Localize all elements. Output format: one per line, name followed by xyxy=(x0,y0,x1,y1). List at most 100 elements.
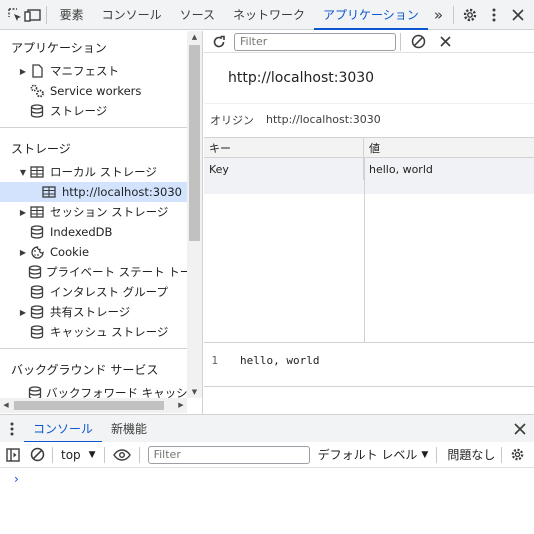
sidebar-item-indexeddb[interactable]: IndexedDB xyxy=(0,222,187,242)
tab-elements[interactable]: 要素 xyxy=(51,0,93,30)
tab-application[interactable]: アプリケーション xyxy=(314,0,428,30)
preview-line-number: 1 xyxy=(211,353,218,367)
sidebar-item-label: IndexedDB xyxy=(50,225,113,239)
console-filter-input[interactable] xyxy=(147,445,310,464)
panel-divider xyxy=(204,386,534,387)
expand-arrow-icon[interactable]: ▶ xyxy=(18,248,28,257)
sidebar-item-private-state-tokens[interactable]: プライベート ステート トークン xyxy=(0,262,187,282)
refresh-icon[interactable] xyxy=(212,35,226,49)
sidebar-item-label: インタレスト グループ xyxy=(50,285,168,299)
scroll-left-arrow-icon[interactable]: ◀ xyxy=(0,398,12,413)
expand-arrow-icon[interactable]: ▶ xyxy=(18,208,28,217)
sidebar-item-label: セッション ストレージ xyxy=(50,205,169,219)
sidebar-item-label: ストレージ xyxy=(50,104,108,118)
cell-key[interactable]: Key xyxy=(204,158,364,180)
sidebar-heading-background-services: バックグラウンド サービス xyxy=(11,362,159,377)
sidebar-item-storage-overview[interactable]: ストレージ xyxy=(0,101,187,121)
tab-console[interactable]: コンソール xyxy=(93,0,171,30)
database-icon xyxy=(28,385,42,398)
expand-arrow-icon[interactable]: ▶ xyxy=(18,67,28,76)
sidebar-item-label: http://localhost:3030 xyxy=(62,185,182,199)
sidebar-item-label: Cookie xyxy=(50,245,90,259)
close-drawer-icon[interactable] xyxy=(514,422,526,435)
sidebar-item-manifest[interactable]: ▶ マニフェスト xyxy=(0,61,187,81)
console-output-area[interactable] xyxy=(0,469,534,534)
clear-console-icon[interactable] xyxy=(26,447,48,462)
table-row[interactable]: Key hello, world xyxy=(204,158,534,180)
preview-text: hello, world xyxy=(240,353,320,367)
scroll-down-arrow-icon[interactable]: ▼ xyxy=(187,386,202,398)
sidebar-divider xyxy=(0,348,187,349)
context-selector-label: top xyxy=(61,447,81,462)
toolbar-divider xyxy=(501,446,503,463)
sidebar-heading-storage: ストレージ xyxy=(11,141,71,156)
database-icon xyxy=(28,304,46,320)
origin-value: http://localhost:3030 xyxy=(266,113,381,126)
show-sidebar-icon[interactable] xyxy=(0,447,26,462)
drawer-tab-whats-new[interactable]: 新機能 xyxy=(102,415,156,443)
context-selector[interactable]: top ▼ xyxy=(61,448,96,462)
delete-selected-icon[interactable] xyxy=(440,36,451,47)
tab-network[interactable]: ネットワーク xyxy=(224,0,314,30)
inspect-element-icon[interactable] xyxy=(6,0,24,30)
storage-filter-input[interactable] xyxy=(234,32,396,51)
column-header-value[interactable]: 値 xyxy=(364,138,534,157)
console-prompt-icon[interactable]: › xyxy=(14,472,19,486)
sidebar-item-session-storage[interactable]: ▶ セッション ストレージ xyxy=(0,202,187,222)
sidebar-vertical-scrollbar[interactable]: ▲ ▼ xyxy=(187,31,202,398)
clear-all-icon[interactable] xyxy=(411,34,426,49)
application-sidebar: アプリケーション ▶ マニフェスト Service workers ストレージ … xyxy=(0,31,203,414)
console-toolbar: top ▼ デフォルト レベル ▼ 問題なし xyxy=(0,442,534,468)
toolbar-divider xyxy=(52,446,53,463)
kebab-menu-icon[interactable] xyxy=(482,0,506,30)
cell-value[interactable]: hello, world xyxy=(364,158,534,180)
storage-toolbar xyxy=(204,31,534,53)
device-toolbar-icon[interactable] xyxy=(24,0,42,30)
storage-data-grid: キー 値 Key hello, world xyxy=(204,137,534,343)
toolbar-divider xyxy=(453,5,454,24)
sidebar-item-shared-storage[interactable]: ▶ 共有ストレージ xyxy=(0,302,187,322)
console-settings-gear-icon[interactable] xyxy=(506,447,528,462)
settings-gear-icon[interactable] xyxy=(458,0,482,30)
sidebar-item-localhost-3030[interactable]: http://localhost:3030 xyxy=(0,182,187,202)
sidebar-item-label: プライベート ステート トークン xyxy=(46,265,187,279)
sidebar-divider xyxy=(0,127,187,128)
origin-label: オリジン xyxy=(210,113,254,127)
sidebar-item-label: Service workers xyxy=(50,84,142,98)
more-tabs-icon[interactable]: » xyxy=(428,0,449,30)
sidebar-horizontal-scrollbar[interactable]: ◀ ▶ xyxy=(0,398,187,413)
sidebar-item-back-forward-cache[interactable]: バックフォワード キャッシュ xyxy=(0,383,187,398)
drawer-menu-icon[interactable] xyxy=(0,422,24,436)
sidebar-item-cache-storage[interactable]: キャッシュ ストレージ xyxy=(0,322,187,342)
sidebar-item-interest-groups[interactable]: インタレスト グループ xyxy=(0,282,187,302)
sidebar-item-label: バックフォワード キャッシュ xyxy=(46,386,187,398)
sidebar-item-service-workers[interactable]: Service workers xyxy=(0,81,187,101)
dropdown-arrow-icon: ▼ xyxy=(88,449,96,460)
origin-info-row: オリジン http://localhost:3030 xyxy=(204,103,534,135)
origin-title: http://localhost:3030 xyxy=(228,70,375,86)
issues-counter[interactable]: 問題なし xyxy=(447,446,495,463)
sidebar-item-local-storage[interactable]: ▼ ローカル ストレージ xyxy=(0,162,187,182)
sidebar-tree: アプリケーション ▶ マニフェスト Service workers ストレージ … xyxy=(0,31,187,398)
grid-header: キー 値 xyxy=(204,138,534,158)
scroll-right-arrow-icon[interactable]: ▶ xyxy=(175,398,187,413)
collapse-arrow-icon[interactable]: ▼ xyxy=(18,168,28,177)
scrollbar-thumb[interactable] xyxy=(189,45,200,241)
tab-sources[interactable]: ソース xyxy=(171,0,224,30)
live-expression-eye-icon[interactable] xyxy=(109,448,135,461)
column-divider xyxy=(364,158,365,343)
database-icon xyxy=(28,284,46,300)
value-preview: 1 hello, world xyxy=(204,349,534,371)
close-icon[interactable] xyxy=(506,0,530,30)
sidebar-item-cookie[interactable]: ▶ Cookie xyxy=(0,242,187,262)
log-level-dropdown[interactable]: デフォルト レベル ▼ xyxy=(318,446,429,463)
drawer-tab-console[interactable]: コンソール xyxy=(24,415,103,443)
scrollbar-thumb[interactable] xyxy=(14,401,164,410)
dropdown-arrow-icon: ▼ xyxy=(421,449,429,460)
sidebar-item-label: ローカル ストレージ xyxy=(50,165,157,179)
expand-arrow-icon[interactable]: ▶ xyxy=(18,308,28,317)
toolbar-divider xyxy=(103,446,105,463)
column-header-key[interactable]: キー xyxy=(204,138,364,157)
sidebar-item-label: キャッシュ ストレージ xyxy=(50,325,169,339)
scroll-up-arrow-icon[interactable]: ▲ xyxy=(187,31,202,43)
